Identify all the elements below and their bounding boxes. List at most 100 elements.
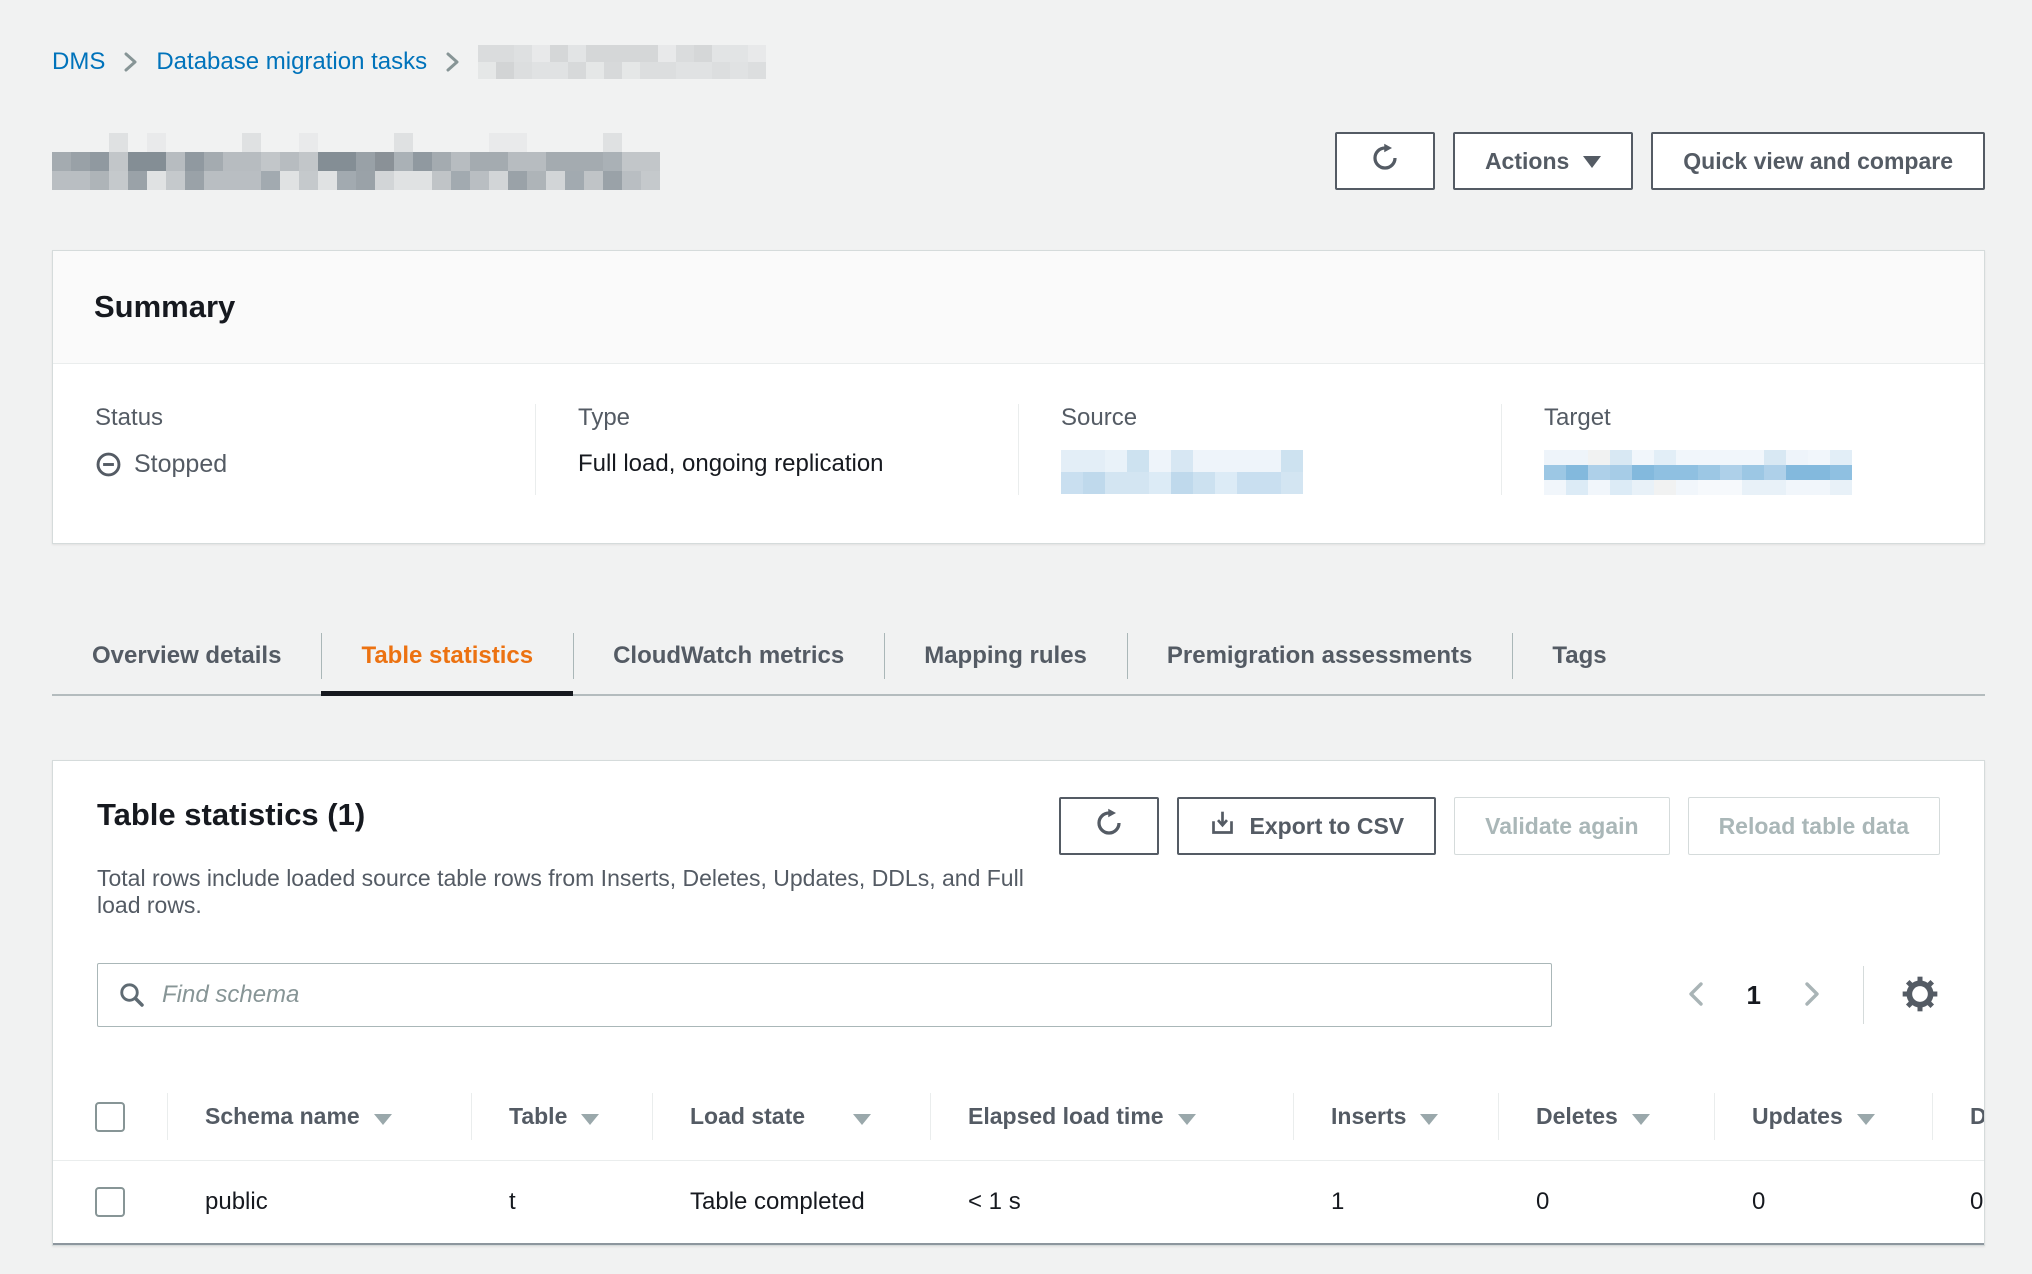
column-header-deletes[interactable]: Deletes — [1498, 1073, 1714, 1161]
table-toolbar: 1 — [53, 919, 1984, 1027]
column-header-table[interactable]: Table — [471, 1073, 652, 1161]
column-header-elapsed-load-time[interactable]: Elapsed load time — [930, 1073, 1293, 1161]
column-label: Deletes — [1536, 1103, 1618, 1129]
summary-field-target: Target — [1501, 404, 1984, 495]
tab-tags[interactable]: Tags — [1512, 618, 1646, 694]
previous-page-button[interactable] — [1685, 978, 1707, 1013]
search-input[interactable] — [97, 963, 1552, 1027]
toolbar-right: 1 — [1685, 966, 1940, 1024]
sort-caret-icon[interactable] — [1420, 1114, 1438, 1125]
sort-caret-icon[interactable] — [853, 1114, 871, 1125]
column-label: Inserts — [1331, 1103, 1406, 1129]
status-value: Stopped — [95, 450, 535, 479]
refresh-icon — [1370, 143, 1400, 179]
actions-button[interactable]: Actions — [1453, 132, 1633, 190]
cell-ddls-clipped: 0 — [1932, 1161, 1984, 1245]
cell-updates: 0 — [1714, 1161, 1932, 1245]
tab-cloudwatch-metrics[interactable]: CloudWatch metrics — [573, 618, 884, 694]
page-title-redacted — [52, 133, 660, 190]
download-icon — [1209, 810, 1236, 843]
column-label: D — [1970, 1103, 1984, 1129]
table-settings-button[interactable] — [1900, 974, 1940, 1017]
export-to-csv-label: Export to CSV — [1250, 813, 1405, 840]
next-page-button[interactable] — [1801, 978, 1823, 1013]
statistics-table-wrap: Schema name Table Load state Elapsed loa… — [53, 1073, 1984, 1245]
summary-panel-header: Summary — [53, 251, 1984, 364]
column-header-updates[interactable]: Updates — [1714, 1073, 1932, 1161]
summary-field-status: Status Stopped — [53, 404, 535, 495]
breadcrumb: DMS Database migration tasks — [52, 44, 1985, 80]
cell-deletes: 0 — [1498, 1161, 1714, 1245]
cell-inserts: 1 — [1293, 1161, 1498, 1245]
cell-table: t — [471, 1161, 652, 1245]
status-text: Stopped — [134, 450, 227, 479]
gear-icon — [1900, 974, 1940, 1017]
table-statistics-buttons: Export to CSV Validate again Reload tabl… — [1059, 797, 1940, 855]
tab-label: Overview details — [92, 642, 281, 670]
tab-label: Premigration assessments — [1167, 642, 1472, 670]
source-label: Source — [1061, 404, 1501, 432]
export-to-csv-button[interactable]: Export to CSV — [1177, 797, 1437, 855]
table-header-row: Schema name Table Load state Elapsed loa… — [53, 1073, 1984, 1161]
reload-table-data-button[interactable]: Reload table data — [1688, 797, 1940, 855]
page: DMS Database migration tasks Actions Qui… — [0, 0, 2032, 1246]
table-refresh-button[interactable] — [1059, 797, 1159, 855]
table-statistics-title: Table statistics (1) — [97, 797, 1059, 833]
tab-overview-details[interactable]: Overview details — [52, 618, 321, 694]
row-checkbox[interactable] — [95, 1187, 125, 1217]
tab-label: Table statistics — [361, 642, 533, 670]
tab-mapping-rules[interactable]: Mapping rules — [884, 618, 1127, 694]
type-label: Type — [578, 404, 1018, 432]
table-statistics-panel: Table statistics (1) Total rows include … — [52, 760, 1985, 1246]
tab-label: Mapping rules — [924, 642, 1087, 670]
tab-premigration-assessments[interactable]: Premigration assessments — [1127, 618, 1512, 694]
column-header-ddls-clipped[interactable]: D — [1932, 1073, 1984, 1161]
chevron-right-icon — [123, 50, 138, 74]
select-all-checkbox[interactable] — [95, 1102, 125, 1132]
column-header-load-state[interactable]: Load state — [652, 1073, 930, 1161]
tab-table-statistics[interactable]: Table statistics — [321, 618, 573, 694]
quick-view-compare-button[interactable]: Quick view and compare — [1651, 132, 1985, 190]
column-label: Table — [509, 1103, 567, 1129]
table-statistics-description: Total rows include loaded source table r… — [97, 865, 1059, 919]
statistics-table: Schema name Table Load state Elapsed loa… — [53, 1073, 1984, 1245]
refresh-icon — [1094, 808, 1124, 844]
validate-again-button[interactable]: Validate again — [1454, 797, 1669, 855]
status-label: Status — [95, 404, 535, 432]
sort-caret-icon[interactable] — [374, 1114, 392, 1125]
page-header: Actions Quick view and compare — [52, 132, 1985, 190]
target-value-redacted — [1544, 450, 1852, 495]
sort-caret-icon[interactable] — [1857, 1114, 1875, 1125]
stopped-circle-minus-icon — [95, 451, 122, 478]
breadcrumb-link-dms[interactable]: DMS — [52, 48, 105, 76]
column-label: Load state — [690, 1103, 805, 1129]
reload-table-data-label: Reload table data — [1719, 813, 1909, 840]
cell-load-state: Table completed — [652, 1161, 930, 1245]
table-statistics-header: Table statistics (1) Total rows include … — [53, 761, 1984, 919]
type-value: Full load, ongoing replication — [578, 450, 1018, 478]
cell-schema-name: public — [167, 1161, 471, 1245]
cell-elapsed-load-time: < 1 s — [930, 1161, 1293, 1245]
sort-caret-icon[interactable] — [581, 1114, 599, 1125]
refresh-button[interactable] — [1335, 132, 1435, 190]
summary-panel: Summary Status Stopped Type Full load, o… — [52, 250, 1985, 544]
validate-again-label: Validate again — [1485, 813, 1638, 840]
summary-body: Status Stopped Type Full load, ongoing r… — [53, 364, 1984, 543]
table-statistics-heading-block: Table statistics (1) Total rows include … — [97, 797, 1059, 919]
summary-title: Summary — [94, 289, 1943, 325]
caret-down-icon — [1583, 156, 1601, 168]
chevron-right-icon — [1801, 978, 1823, 1013]
column-header-inserts[interactable]: Inserts — [1293, 1073, 1498, 1161]
sort-caret-icon[interactable] — [1178, 1114, 1196, 1125]
quick-view-compare-label: Quick view and compare — [1683, 148, 1953, 175]
target-label: Target — [1544, 404, 1984, 432]
tab-label: CloudWatch metrics — [613, 642, 844, 670]
schema-search — [97, 963, 1552, 1027]
sort-caret-icon[interactable] — [1632, 1114, 1650, 1125]
column-header-schema-name[interactable]: Schema name — [167, 1073, 471, 1161]
actions-button-label: Actions — [1485, 148, 1569, 175]
summary-field-source: Source — [1018, 404, 1501, 495]
source-value-redacted — [1061, 450, 1303, 494]
breadcrumb-link-tasks[interactable]: Database migration tasks — [156, 48, 427, 76]
tab-label: Tags — [1552, 642, 1606, 670]
